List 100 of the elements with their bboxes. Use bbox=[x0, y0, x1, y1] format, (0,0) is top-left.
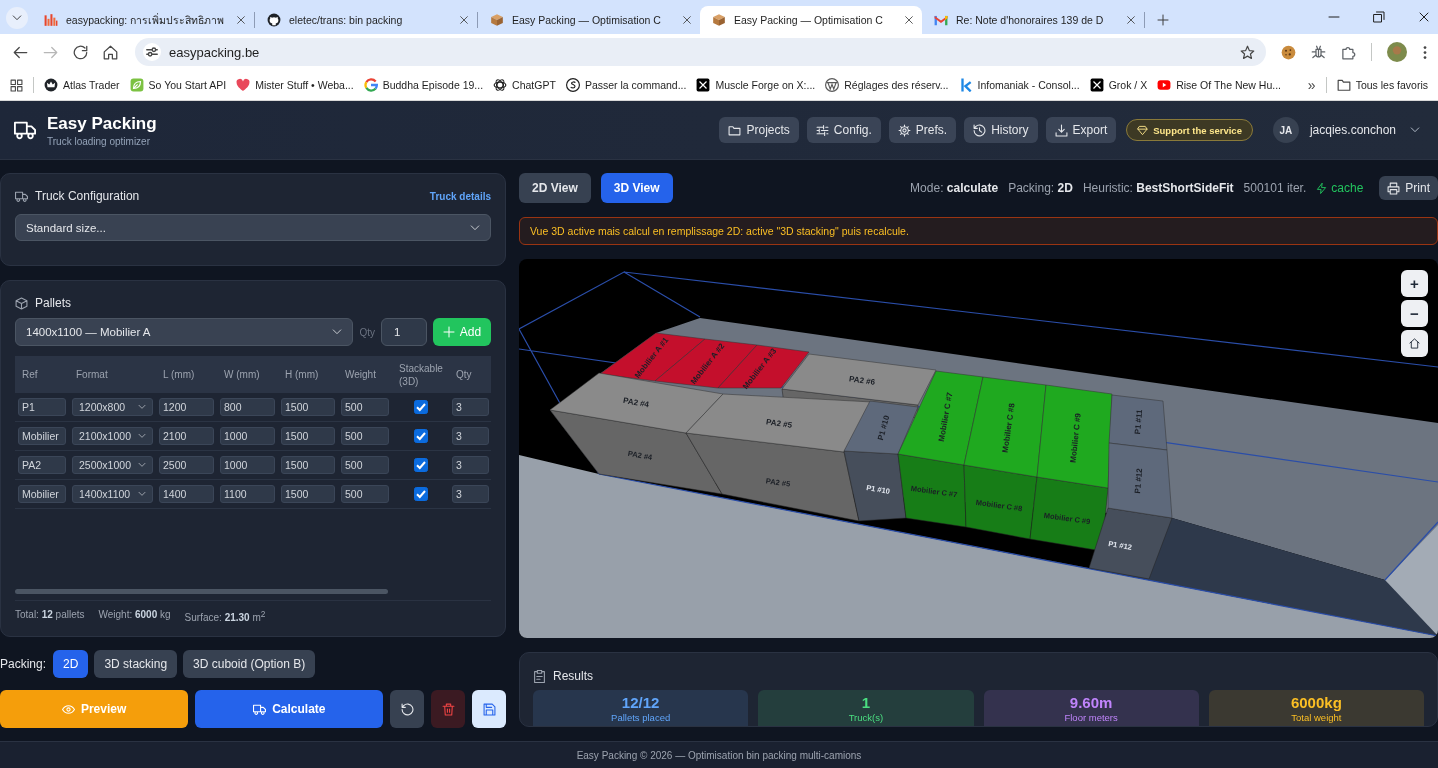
close-tab-icon[interactable] bbox=[236, 15, 246, 25]
truck-size-select[interactable]: Standard size... bbox=[15, 214, 491, 241]
apps-grid-icon[interactable] bbox=[10, 78, 23, 92]
stackable-checkbox[interactable] bbox=[413, 429, 428, 443]
close-tab-icon[interactable] bbox=[904, 15, 914, 25]
nav-button[interactable]: History bbox=[964, 117, 1038, 143]
zoom-button[interactable]: − bbox=[1401, 300, 1428, 327]
bookmark-star-icon[interactable] bbox=[1240, 44, 1255, 60]
menu-icon[interactable] bbox=[1422, 44, 1428, 60]
width-input[interactable]: 1000 bbox=[220, 456, 275, 474]
reset-button[interactable] bbox=[390, 690, 425, 728]
reload-button[interactable] bbox=[73, 44, 88, 60]
truck-icon bbox=[14, 119, 36, 141]
format-select[interactable]: 2500x1000 bbox=[72, 456, 153, 474]
ref-input[interactable]: Mobilier bbox=[18, 427, 66, 445]
truck-details-link[interactable]: Truck details bbox=[429, 190, 491, 202]
qty-input[interactable]: 3 bbox=[452, 456, 489, 474]
stackable-checkbox[interactable] bbox=[413, 400, 428, 414]
bookmark-item[interactable]: Réglages des réserv... bbox=[825, 78, 949, 92]
delete-button[interactable] bbox=[431, 690, 466, 728]
zoom-button[interactable]: + bbox=[1401, 270, 1428, 297]
height-input[interactable]: 1500 bbox=[281, 398, 335, 416]
length-input[interactable]: 1400 bbox=[159, 485, 214, 503]
close-tab-icon[interactable] bbox=[1126, 15, 1136, 25]
calculate-button[interactable]: Calculate bbox=[195, 690, 384, 728]
nav-button[interactable]: Config. bbox=[806, 117, 881, 143]
close-tab-icon[interactable] bbox=[682, 15, 692, 25]
bookmark-item[interactable]: Rise Of The New Hu... bbox=[1157, 78, 1281, 92]
support-button[interactable]: Support the service bbox=[1126, 119, 1253, 141]
format-select[interactable]: 2100x1000 bbox=[72, 427, 153, 445]
browser-tab[interactable]: Re: Note d'honoraires 139 de D bbox=[922, 6, 1144, 34]
nav-button[interactable]: Projects bbox=[719, 117, 799, 143]
ref-input[interactable]: PA2 bbox=[18, 456, 66, 474]
bookmark-item[interactable]: Passer la command... bbox=[565, 78, 687, 92]
pallet-type-select[interactable]: 1400x1100 — Mobilier A bbox=[15, 318, 354, 346]
qty-input[interactable]: 3 bbox=[452, 427, 489, 445]
reset-view-button[interactable] bbox=[1401, 330, 1428, 357]
qty-input[interactable]: 3 bbox=[452, 398, 489, 416]
chevron-icon bbox=[470, 222, 480, 233]
width-input[interactable]: 1100 bbox=[220, 485, 275, 503]
browser-tab[interactable]: easypacking: การเพิ่มประสิทธิภาพ bbox=[32, 6, 254, 34]
user-avatar[interactable]: JA bbox=[1272, 117, 1299, 143]
user-name[interactable]: jacqies.conchon bbox=[1309, 123, 1396, 137]
width-input[interactable]: 1000 bbox=[220, 427, 275, 445]
profile-avatar[interactable] bbox=[1387, 42, 1407, 62]
weight-input[interactable]: 500 bbox=[341, 398, 389, 416]
height-input[interactable]: 1500 bbox=[281, 456, 335, 474]
bookmark-item[interactable]: Grok / X bbox=[1089, 78, 1148, 92]
stackable-checkbox[interactable] bbox=[413, 458, 428, 472]
close-window-button[interactable] bbox=[1418, 11, 1430, 23]
status-text: Heuristic: BestShortSideFit bbox=[1082, 181, 1234, 195]
bookmark-folder[interactable]: Tous les favoris bbox=[1336, 78, 1428, 92]
site-info-icon[interactable] bbox=[143, 43, 161, 61]
new-tab-button[interactable] bbox=[1157, 14, 1169, 26]
print-button[interactable]: Print bbox=[1379, 176, 1438, 200]
width-input[interactable]: 800 bbox=[220, 398, 275, 416]
bookmark-item[interactable]: Infomaniak - Consol... bbox=[958, 78, 1080, 92]
nav-button[interactable]: Prefs. bbox=[888, 117, 957, 143]
bookmark-item[interactable]: Buddha Episode 19... bbox=[363, 78, 484, 92]
length-input[interactable]: 2500 bbox=[159, 456, 214, 474]
browser-tab[interactable]: eletec/trans: bin packing bbox=[255, 6, 477, 34]
packing-option[interactable]: 3D stacking bbox=[94, 650, 178, 678]
home-button[interactable] bbox=[103, 44, 118, 60]
bug-icon[interactable] bbox=[1311, 44, 1326, 60]
extensions-icon[interactable] bbox=[1341, 44, 1356, 60]
packing-option[interactable]: 2D bbox=[53, 650, 89, 678]
stackable-checkbox[interactable] bbox=[413, 487, 428, 501]
browser-tab[interactable]: Easy Packing — Optimisation C bbox=[478, 6, 700, 34]
qty-input[interactable]: 3 bbox=[452, 485, 489, 503]
bookmark-item[interactable]: So You Start API bbox=[129, 78, 227, 92]
scrollbar[interactable] bbox=[15, 588, 388, 594]
bookmark-item[interactable]: ChatGPT bbox=[493, 78, 556, 92]
bookmark-item[interactable]: Atlas Trader bbox=[44, 78, 120, 92]
save-button[interactable] bbox=[472, 690, 506, 728]
weight-input[interactable]: 500 bbox=[341, 485, 389, 503]
back-button[interactable] bbox=[13, 44, 28, 60]
view-tab[interactable]: 3D View bbox=[600, 173, 673, 203]
packing-option[interactable]: 3D cuboid (Option B) bbox=[183, 650, 316, 678]
height-input[interactable]: 1500 bbox=[281, 427, 335, 445]
bookmark-item[interactable]: Muscle Forge on X:... bbox=[696, 78, 816, 92]
ref-input[interactable]: Mobilier bbox=[18, 485, 66, 503]
restore-button[interactable] bbox=[1373, 11, 1385, 23]
chevron-down-icon[interactable] bbox=[1410, 125, 1420, 135]
format-select[interactable]: 1400x1100 bbox=[72, 485, 153, 503]
address-bar[interactable]: easypacking.be bbox=[135, 38, 1266, 66]
browser-tab[interactable]: Easy Packing — Optimisation C bbox=[700, 6, 922, 34]
more-bookmarks-button[interactable]: » bbox=[1307, 77, 1316, 93]
weight-input[interactable]: 500 bbox=[341, 427, 389, 445]
format-select[interactable]: 1200x800 bbox=[72, 398, 153, 416]
bookmark-item[interactable]: Mister Stuff • Weba... bbox=[236, 78, 354, 92]
qty-input[interactable]: 1 bbox=[381, 318, 427, 346]
nav-button[interactable]: Export bbox=[1045, 117, 1117, 143]
cookie-icon[interactable] bbox=[1281, 44, 1296, 60]
length-input[interactable]: 1200 bbox=[159, 398, 214, 416]
ref-input[interactable]: P1 bbox=[18, 398, 66, 416]
view-tab[interactable]: 2D View bbox=[519, 173, 591, 203]
weight-input[interactable]: 500 bbox=[341, 456, 389, 474]
height-input[interactable]: 1500 bbox=[281, 485, 335, 503]
length-input[interactable]: 2100 bbox=[159, 427, 214, 445]
close-tab-icon[interactable] bbox=[459, 15, 469, 25]
